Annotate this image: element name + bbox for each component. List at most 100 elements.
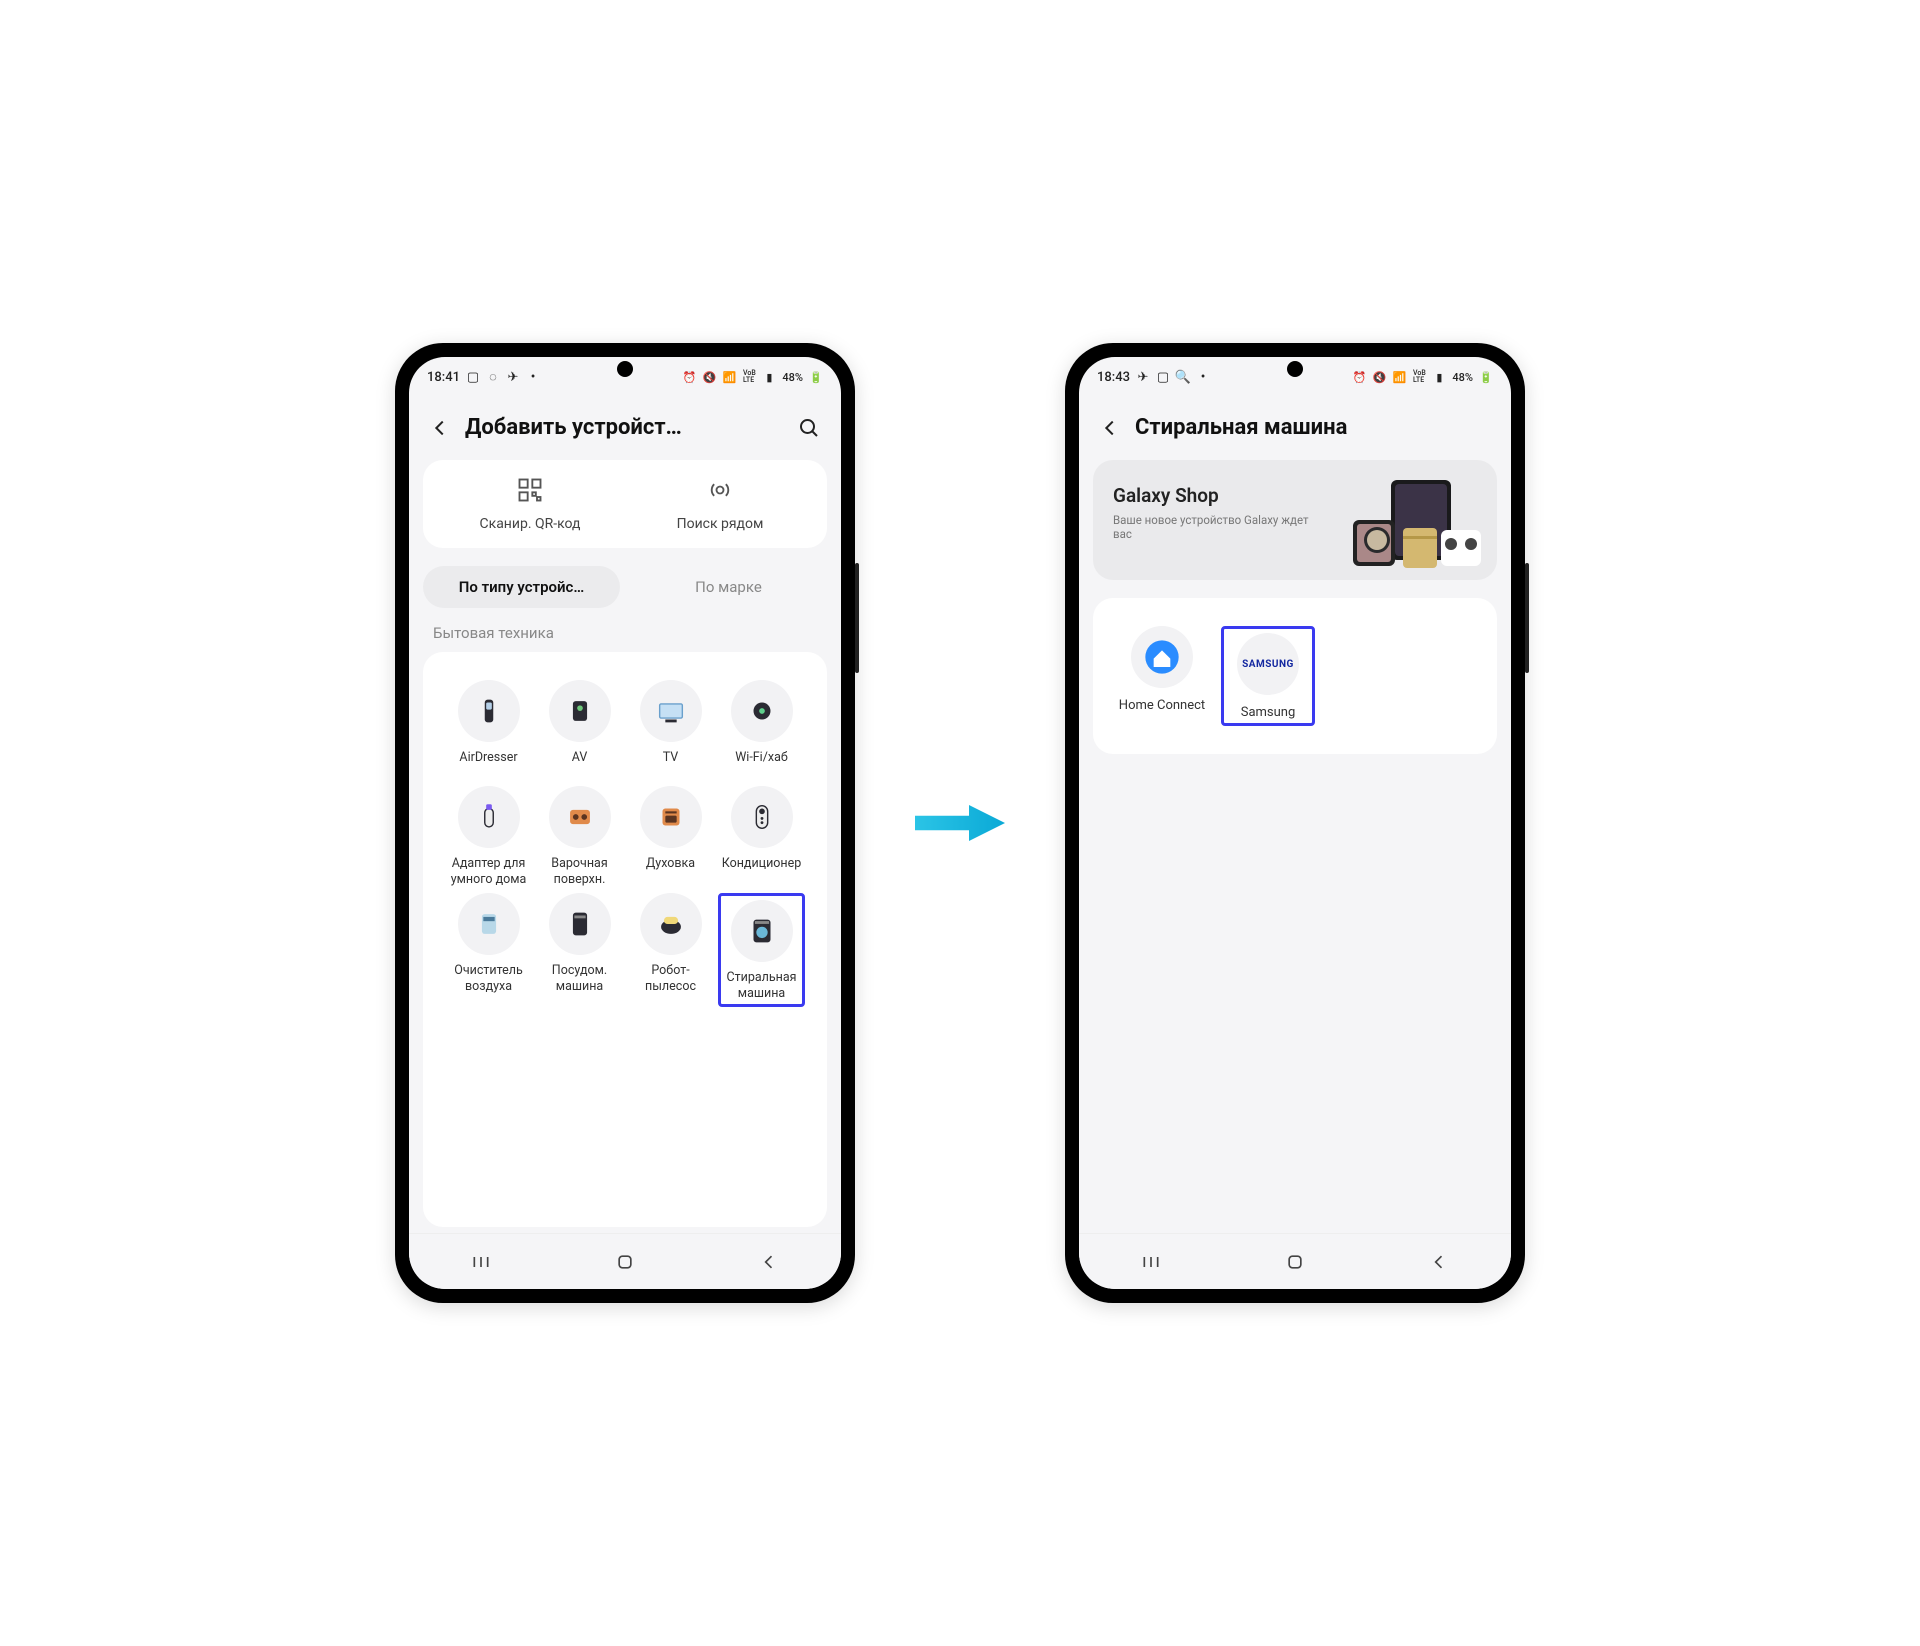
device-item-av[interactable]: AV <box>536 680 623 780</box>
status-dot-icon: • <box>526 370 540 384</box>
nav-recents-icon[interactable] <box>1140 1251 1162 1273</box>
device-item-ac[interactable]: Кондиционер <box>718 786 805 887</box>
brand-row: Home Connect SAMSUNG Samsung <box>1103 616 1487 736</box>
back-icon[interactable] <box>1099 417 1121 439</box>
device-label: Варочная поверхн. <box>536 856 623 887</box>
status-battery: 48% <box>782 371 803 384</box>
hub-icon <box>731 680 793 742</box>
page-title: Стиральная машина <box>1135 415 1491 440</box>
device-label: Стиральная машина <box>723 970 800 1001</box>
nav-home-icon[interactable] <box>614 1251 636 1273</box>
search-nearby-button[interactable]: Поиск рядом <box>625 476 815 532</box>
device-label: Адаптер для умного дома <box>445 856 532 887</box>
status-lte-icon: VoBLTE <box>1412 370 1426 384</box>
purifier-icon <box>458 893 520 955</box>
device-item-airdresser[interactable]: AirDresser <box>445 680 532 780</box>
status-battery-icon: 🔋 <box>809 370 823 384</box>
view-tabs: По типу устройс… По марке <box>409 562 841 618</box>
device-label: Очиститель воздуха <box>445 963 532 994</box>
ac-icon <box>731 786 793 848</box>
device-item-oven[interactable]: Духовка <box>627 786 714 887</box>
status-time: 18:43 <box>1097 370 1130 385</box>
status-search-icon: 🔍 <box>1176 370 1190 384</box>
status-image-icon: ▢ <box>466 370 480 384</box>
phone-left: 18:41 ▢ ◌ ✈ • ⏰ 🔇 📶 VoBLTE ▮ 48% 🔋 Добав… <box>395 343 855 1303</box>
status-telegram-icon: ✈ <box>506 370 520 384</box>
status-alarm-icon: ⏰ <box>682 370 696 384</box>
status-alarm-icon: ⏰ <box>1352 370 1366 384</box>
tv-icon <box>640 680 702 742</box>
nav-home-icon[interactable] <box>1284 1251 1306 1273</box>
scan-qr-label: Сканир. QR-код <box>435 516 625 532</box>
top-actions-card: Сканир. QR-код Поиск рядом <box>423 460 827 548</box>
front-camera <box>617 361 633 377</box>
navigation-bar <box>1079 1233 1511 1289</box>
device-label: Wi-Fi/хаб <box>718 750 805 780</box>
brand-item-homeconnect[interactable]: Home Connect <box>1115 626 1209 726</box>
device-label: Кондиционер <box>718 856 805 886</box>
galaxy-shop-banner[interactable]: Galaxy Shop Ваше новое устройство Galaxy… <box>1093 460 1497 580</box>
status-battery-icon: 🔋 <box>1479 370 1493 384</box>
status-telegram-icon: ✈ <box>1136 370 1150 384</box>
status-signal-icon: ▮ <box>762 370 776 384</box>
samsung-icon: SAMSUNG <box>1237 633 1299 695</box>
brand-label: Samsung <box>1226 705 1310 721</box>
homeconnect-icon <box>1131 626 1193 688</box>
device-item-hub[interactable]: Wi-Fi/хаб <box>718 680 805 780</box>
phone-right: 18:43 ✈ ▢ 🔍 • ⏰ 🔇 📶 VoBLTE ▮ 48% 🔋 Стира… <box>1065 343 1525 1303</box>
banner-subtitle: Ваше новое устройство Galaxy ждет вас <box>1113 513 1313 541</box>
device-item-purifier[interactable]: Очиститель воздуха <box>445 893 532 1006</box>
oven-icon <box>640 786 702 848</box>
status-mute-icon: 🔇 <box>1372 370 1386 384</box>
robot-icon <box>640 893 702 955</box>
status-wifi-icon: 📶 <box>722 370 736 384</box>
av-icon <box>549 680 611 742</box>
status-wifi-icon: 📶 <box>1392 370 1406 384</box>
brand-card: Home Connect SAMSUNG Samsung <box>1093 598 1497 754</box>
search-nearby-label: Поиск рядом <box>625 516 815 532</box>
device-label: AV <box>536 750 623 780</box>
brand-label: Home Connect <box>1115 698 1209 714</box>
header: Добавить устройст… <box>409 397 841 460</box>
status-battery: 48% <box>1452 371 1473 384</box>
device-item-dishwasher[interactable]: Посудом. машина <box>536 893 623 1006</box>
airdresser-icon <box>458 680 520 742</box>
device-grid-card: AirDresserAVTVWi-Fi/хаб Адаптер для умног… <box>423 652 827 1227</box>
search-icon[interactable] <box>797 416 821 440</box>
washer-icon <box>731 900 793 962</box>
cooktop-icon <box>549 786 611 848</box>
device-label: TV <box>627 750 714 780</box>
device-item-tv[interactable]: TV <box>627 680 714 780</box>
nav-back-icon[interactable] <box>1428 1251 1450 1273</box>
device-item-adapter[interactable]: Адаптер для умного дома <box>445 786 532 887</box>
device-item-robot[interactable]: Робот-пылесос <box>627 893 714 1006</box>
page-title: Добавить устройст… <box>465 415 783 440</box>
device-label: AirDresser <box>445 750 532 780</box>
tab-by-device-type[interactable]: По типу устройс… <box>423 566 620 608</box>
front-camera <box>1287 361 1303 377</box>
header: Стиральная машина <box>1079 397 1511 460</box>
back-icon[interactable] <box>429 417 451 439</box>
status-mute-icon: 🔇 <box>702 370 716 384</box>
tab-by-brand[interactable]: По марке <box>630 566 827 608</box>
scan-qr-button[interactable]: Сканир. QR-код <box>435 476 625 532</box>
device-label: Посудом. машина <box>536 963 623 994</box>
navigation-bar <box>409 1233 841 1289</box>
status-chat-icon: ◌ <box>486 370 500 384</box>
screen-left: 18:41 ▢ ◌ ✈ • ⏰ 🔇 📶 VoBLTE ▮ 48% 🔋 Добав… <box>409 357 841 1289</box>
banner-devices-art <box>1333 474 1483 574</box>
status-lte-icon: VoBLTE <box>742 370 756 384</box>
brand-item-samsung[interactable]: SAMSUNG Samsung <box>1221 626 1315 726</box>
status-dot-icon: • <box>1196 370 1210 384</box>
nav-back-icon[interactable] <box>758 1251 780 1273</box>
radar-icon <box>706 476 734 504</box>
screen-right: 18:43 ✈ ▢ 🔍 • ⏰ 🔇 📶 VoBLTE ▮ 48% 🔋 Стира… <box>1079 357 1511 1289</box>
dishwasher-icon <box>549 893 611 955</box>
status-signal-icon: ▮ <box>1432 370 1446 384</box>
device-label: Робот-пылесос <box>627 963 714 994</box>
device-item-cooktop[interactable]: Варочная поверхн. <box>536 786 623 887</box>
status-image-icon: ▢ <box>1156 370 1170 384</box>
device-item-washer[interactable]: Стиральная машина <box>718 893 805 1006</box>
nav-recents-icon[interactable] <box>470 1251 492 1273</box>
status-time: 18:41 <box>427 370 460 385</box>
